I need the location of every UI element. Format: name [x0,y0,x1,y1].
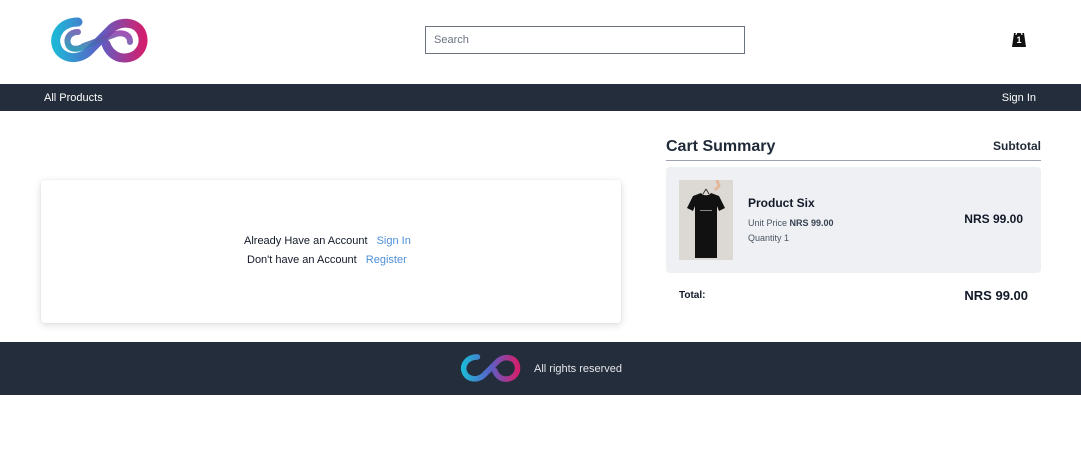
cart-item: Product Six Unit Price NRS 99.00 Quantit… [666,167,1041,273]
register-link[interactable]: Register [366,254,407,266]
cart-button[interactable]: 1 [1010,30,1028,48]
main-nav: All Products Sign In [0,84,1081,111]
no-account-label: Don't have an Account [247,254,357,266]
unit-price-label: Unit Price [748,218,788,228]
quantity-text: Quantity 1 [748,233,790,243]
cart-summary-title: Cart Summary [666,138,776,155]
summary-divider [666,160,1041,161]
have-account-row: Already Have an Account Sign In [244,235,411,247]
account-card: Already Have an Account Sign In Don't ha… [41,180,621,323]
nav-sign-in[interactable]: Sign In [1002,92,1036,104]
total-value: NRS 99.00 [964,288,1028,303]
footer-copyright: All rights reserved [534,363,623,375]
line-total: NRS 99.00 [964,212,1023,226]
tshirt-image [679,180,733,260]
brand-logo[interactable] [50,14,150,66]
no-account-row: Don't have an Account Register [247,254,407,266]
total-label: Total: [679,290,706,301]
sign-in-link[interactable]: Sign In [377,235,411,247]
site-footer: All rights reserved [0,342,1081,395]
footer-logo [460,354,521,382]
site-header: 1 [0,0,1081,84]
subtotal-heading: Subtotal [993,139,1041,153]
unit-price-value: NRS 99.00 [789,218,834,228]
product-image[interactable] [679,180,733,260]
cart-count-badge: 1 [1016,35,1022,45]
product-name[interactable]: Product Six [748,196,815,210]
nav-all-products[interactable]: All Products [44,92,103,104]
have-account-label: Already Have an Account [244,235,368,247]
unit-price: Unit Price NRS 99.00 [748,218,834,228]
search-input[interactable] [425,26,745,54]
